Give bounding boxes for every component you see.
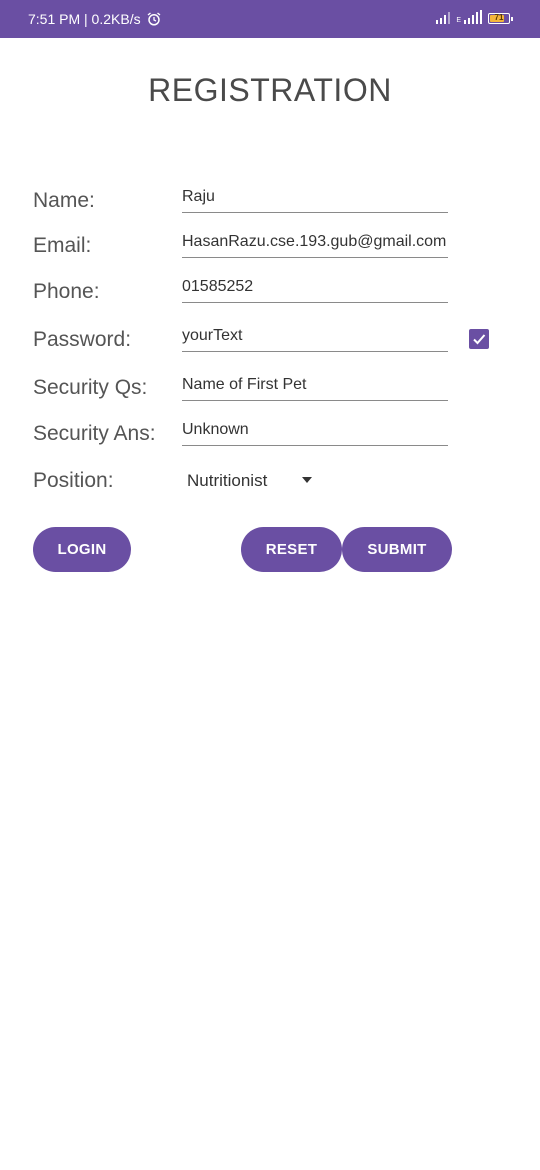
reset-button[interactable]: RESET [241,527,342,572]
check-icon [473,334,486,345]
status-time-speed: 7:51 PM | 0.2KB/s [28,11,141,27]
password-input[interactable]: yourText [182,325,448,352]
phone-value: 01585252 [182,278,254,295]
password-value: yourText [182,327,243,344]
security-question-input[interactable]: Name of First Pet [182,374,448,401]
name-label: Name: [33,189,95,212]
password-label: Password: [33,328,132,351]
submit-button[interactable]: SUBMIT [342,527,452,572]
login-button[interactable]: LOGIN [33,527,131,572]
security-answer-input[interactable]: Unknown [182,419,448,446]
phone-input[interactable]: 01585252 [182,276,448,303]
email-label: Email: [33,234,92,257]
position-label: Position: [33,469,114,492]
network-type-label: E [456,17,461,24]
position-dropdown[interactable]: Nutritionist [187,471,267,491]
security-answer-label: Security Ans: [33,422,156,445]
security-answer-value: Unknown [182,421,249,438]
security-question-label: Security Qs: [33,376,148,399]
signal-icon [464,10,482,24]
chevron-down-icon[interactable] [302,477,312,483]
page-title: REGISTRATION [148,72,392,108]
status-right: E 71 [436,10,513,24]
alarm-icon [147,12,161,26]
battery-icon: 71 [488,13,513,24]
status-bar: 7:51 PM | 0.2KB/s E 71 [0,0,540,38]
battery-level: 71 [494,13,504,22]
email-value: HasanRazu.cse.193.gub@gmail.com [182,233,447,250]
show-password-checkbox[interactable] [469,329,489,349]
name-input[interactable]: Raju [182,186,448,213]
security-question-value: Name of First Pet [182,376,307,393]
email-input[interactable]: HasanRazu.cse.193.gub@gmail.com [182,231,448,258]
phone-label: Phone: [33,280,100,303]
signal-icon [436,10,451,24]
status-left: 7:51 PM | 0.2KB/s [28,11,161,27]
name-value: Raju [182,188,215,205]
